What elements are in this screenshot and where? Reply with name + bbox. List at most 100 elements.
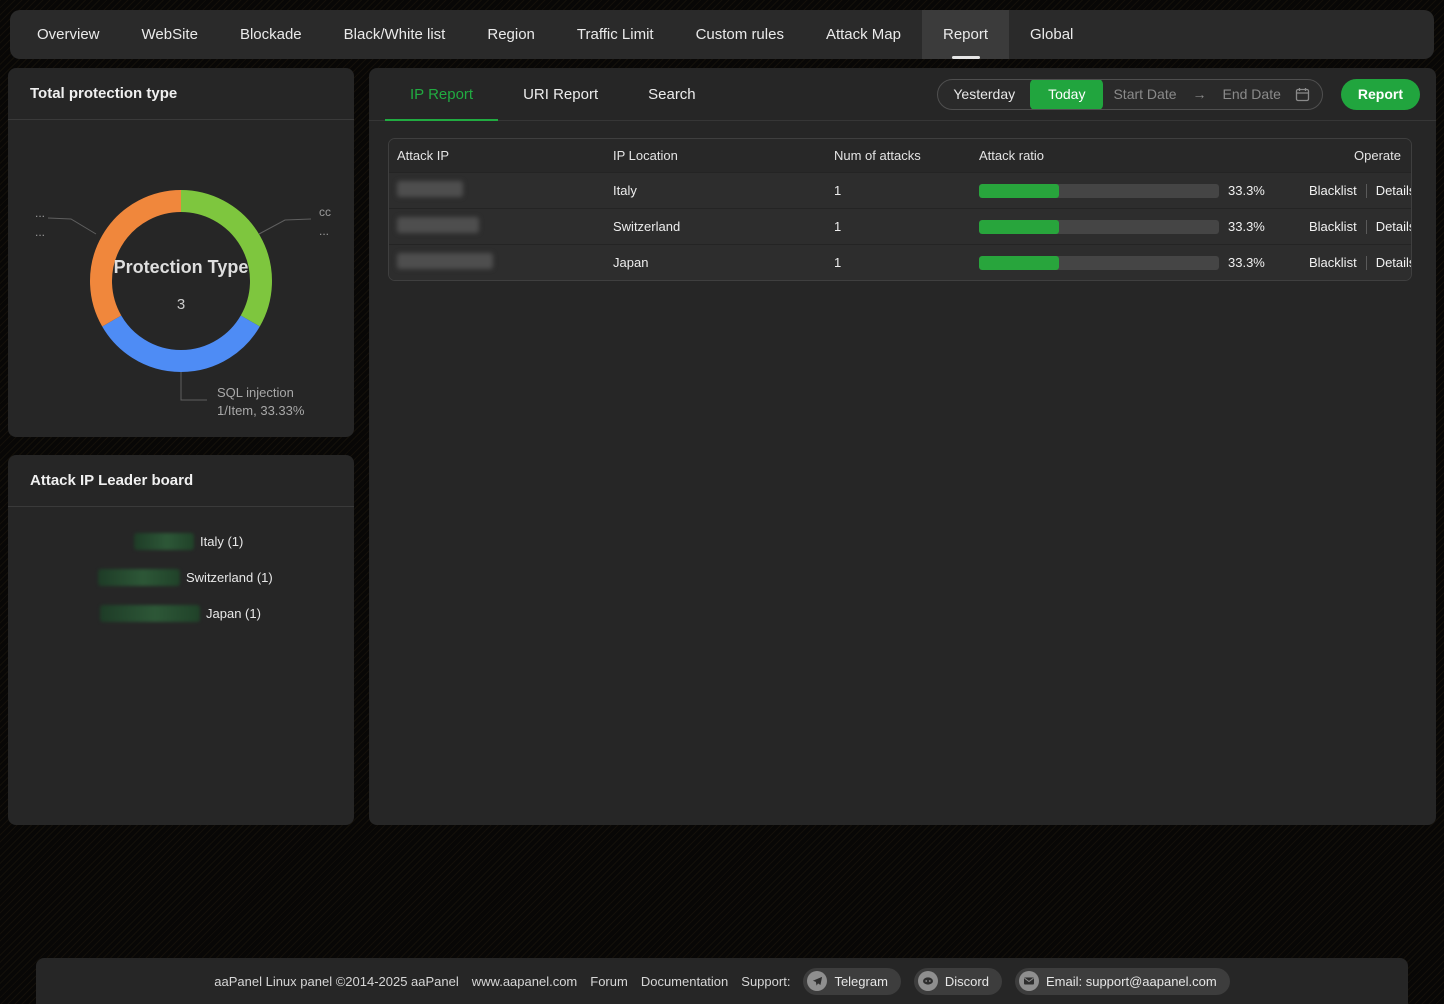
generate-report-button[interactable]: Report [1341, 79, 1420, 110]
protection-card-title: Total protection type [8, 68, 354, 120]
ratio-percent-label: 33.3% [1228, 219, 1265, 234]
details-link[interactable]: Details [1376, 183, 1412, 198]
today-button[interactable]: Today [1030, 79, 1103, 110]
redacted-ip-bar [98, 569, 180, 586]
yesterday-button[interactable]: Yesterday [938, 80, 1030, 109]
leaderboard-count: (1) [245, 606, 261, 621]
leaderboard-country: Switzerland [186, 570, 253, 585]
attack-ip-leaderboard-card: Attack IP Leader board Italy (1) Switzer… [8, 455, 354, 825]
donut-segment-blue [112, 321, 251, 361]
col-header-ip-location: IP Location [613, 148, 834, 163]
nav-tab-black-white-list[interactable]: Black/White list [323, 10, 467, 59]
details-link[interactable]: Details [1376, 255, 1412, 270]
donut-center-title: Protection Type [114, 257, 249, 277]
leaderboard-count: (1) [257, 570, 273, 585]
email-icon [1019, 971, 1039, 991]
donut-label-right-line1: cc [319, 205, 331, 219]
leaderboard-country: Japan [206, 606, 241, 621]
top-navigation: Overview WebSite Blockade Black/White li… [10, 10, 1434, 59]
nav-tab-custom-rules[interactable]: Custom rules [675, 10, 805, 59]
end-date-input[interactable]: End Date [1213, 86, 1291, 102]
col-header-num-attacks: Num of attacks [834, 148, 979, 163]
protection-type-donut-chart: ... ... cc ... SQL injection 1/Item, 33.… [8, 120, 354, 437]
nav-tab-website[interactable]: WebSite [121, 10, 219, 59]
blacklist-link[interactable]: Blacklist [1309, 219, 1357, 234]
redacted-attack-ip [397, 181, 463, 197]
footer-link-website[interactable]: www.aapanel.com [472, 974, 578, 989]
donut-label-left-line2: ... [35, 225, 45, 239]
operate-divider [1366, 256, 1367, 270]
table-row: Italy 1 33.3% Blacklist Details [389, 172, 1411, 208]
operate-cell: Blacklist Details [1309, 255, 1412, 270]
blacklist-link[interactable]: Blacklist [1309, 255, 1357, 270]
date-range-arrow-icon: → [1187, 86, 1213, 102]
nav-tab-global[interactable]: Global [1009, 10, 1094, 59]
nav-tab-overview[interactable]: Overview [16, 10, 121, 59]
details-link[interactable]: Details [1376, 219, 1412, 234]
donut-label-bottom-line2: 1/Item, 33.33% [217, 403, 305, 418]
redacted-ip-bar [134, 533, 194, 550]
operate-divider [1366, 184, 1367, 198]
telegram-icon [807, 971, 827, 991]
footer-support-label: Support: [741, 974, 790, 989]
ip-location-cell: Switzerland [613, 219, 834, 234]
num-attacks-cell: 1 [834, 183, 979, 198]
blacklist-link[interactable]: Blacklist [1309, 183, 1357, 198]
footer-link-documentation[interactable]: Documentation [641, 974, 728, 989]
total-protection-type-card: Total protection type ... ... cc ... SQL… [8, 68, 354, 437]
ratio-progress-track [979, 184, 1219, 198]
donut-label-left-line1: ... [35, 206, 45, 220]
table-row: Japan 1 33.3% Blacklist Details [389, 244, 1411, 280]
nav-tab-report[interactable]: Report [922, 10, 1009, 59]
ip-location-cell: Italy [613, 183, 834, 198]
ratio-progress-track [979, 220, 1219, 234]
footer: aaPanel Linux panel ©2014-2025 aaPanel w… [36, 958, 1408, 1004]
leaderboard-country: Italy [200, 534, 224, 549]
attack-ip-table: Attack IP IP Location Num of attacks Att… [388, 138, 1412, 281]
leaderboard-row: Switzerland (1) [98, 569, 354, 586]
discord-button[interactable]: Discord [914, 968, 1002, 995]
footer-copyright: aaPanel Linux panel ©2014-2025 aaPanel [214, 974, 459, 989]
tab-uri-report[interactable]: URI Report [498, 68, 623, 121]
col-header-attack-ratio: Attack ratio [979, 148, 1309, 163]
attack-ratio-cell: 33.3% [979, 219, 1309, 234]
attack-ratio-cell: 33.3% [979, 255, 1309, 270]
nav-tab-traffic-limit[interactable]: Traffic Limit [556, 10, 675, 59]
redacted-attack-ip [397, 253, 493, 269]
calendar-icon[interactable] [1295, 87, 1310, 102]
nav-tab-attack-map[interactable]: Attack Map [805, 10, 922, 59]
ratio-percent-label: 33.3% [1228, 255, 1265, 270]
footer-link-forum[interactable]: Forum [590, 974, 628, 989]
donut-label-right-line2: ... [319, 224, 329, 238]
callout-line-left [48, 218, 96, 234]
ratio-percent-label: 33.3% [1228, 183, 1265, 198]
num-attacks-cell: 1 [834, 219, 979, 234]
ratio-progress-fill [979, 256, 1059, 270]
ratio-progress-fill [979, 184, 1059, 198]
tab-ip-report[interactable]: IP Report [385, 68, 498, 121]
leaderboard-row: Italy (1) [134, 533, 354, 550]
nav-tab-region[interactable]: Region [466, 10, 556, 59]
nav-tab-blockade[interactable]: Blockade [219, 10, 323, 59]
date-range-control: Yesterday Today Start Date → End Date [937, 79, 1323, 110]
ratio-progress-track [979, 256, 1219, 270]
col-header-attack-ip: Attack IP [397, 148, 613, 163]
col-header-operate: Operate [1309, 148, 1403, 163]
leaderboard-rows: Italy (1) Switzerland (1) Japan (1) [8, 507, 354, 622]
email-button[interactable]: Email: support@aapanel.com [1015, 968, 1230, 995]
leaderboard-title: Attack IP Leader board [8, 455, 354, 507]
tab-search[interactable]: Search [623, 68, 721, 121]
discord-icon [918, 971, 938, 991]
ip-location-cell: Japan [613, 255, 834, 270]
telegram-button[interactable]: Telegram [803, 968, 900, 995]
operate-cell: Blacklist Details [1309, 183, 1412, 198]
donut-label-bottom-line1: SQL injection [217, 385, 294, 400]
operate-cell: Blacklist Details [1309, 219, 1412, 234]
attack-ratio-cell: 33.3% [979, 183, 1309, 198]
num-attacks-cell: 1 [834, 255, 979, 270]
leaderboard-count: (1) [227, 534, 243, 549]
redacted-ip-bar [100, 605, 200, 622]
redacted-attack-ip [397, 217, 479, 233]
table-header-row: Attack IP IP Location Num of attacks Att… [389, 139, 1411, 172]
start-date-input[interactable]: Start Date [1103, 86, 1186, 102]
